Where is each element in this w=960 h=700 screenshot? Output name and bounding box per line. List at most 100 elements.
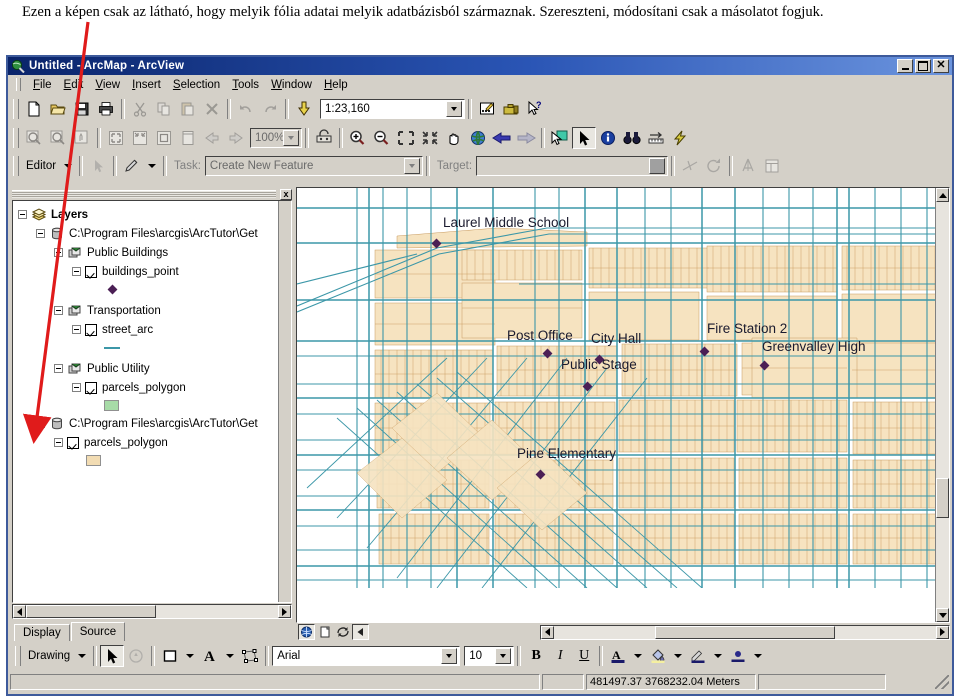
tree-node-street-arc[interactable]: street_arc [16,320,277,339]
new-text-icon[interactable]: A [198,645,222,667]
redo-arrow-icon[interactable] [258,98,282,120]
toolbar-grip[interactable] [13,99,19,119]
rotate-element-icon[interactable] [124,645,148,667]
data-view-icon[interactable] [298,624,315,640]
map-scale-combo[interactable]: 1:23,160 [320,99,465,119]
menu-edit[interactable]: Edit [58,78,90,92]
scroll-up-icon[interactable] [936,188,949,202]
layout-zoom-combo[interactable]: 100% [250,128,302,148]
scroll-left-icon[interactable] [13,605,26,618]
select-elements-arrow-icon[interactable] [100,645,125,667]
scroll-thumb[interactable] [936,478,949,518]
chevron-down-icon[interactable] [714,654,723,658]
edit-vertices-icon[interactable] [238,645,262,667]
full-extent-globe-icon[interactable] [466,127,490,149]
open-folder-icon[interactable] [46,98,70,120]
zoom-out-icon[interactable] [370,127,394,149]
toggle-draft-mode-icon[interactable] [312,127,336,149]
font-color-icon[interactable]: A [606,645,630,667]
collapse-icon[interactable] [72,267,81,276]
undo-arrow-icon[interactable] [234,98,258,120]
chevron-down-icon[interactable] [186,654,195,658]
new-rectangle-icon[interactable] [158,645,182,667]
print-icon[interactable] [94,98,118,120]
menu-selection[interactable]: Selection [167,78,226,92]
edit-task-combo[interactable]: Create New Feature [204,156,423,176]
tree-node-parcels-polygon-green[interactable]: parcels_polygon [16,378,277,397]
tab-source[interactable]: Source [70,622,126,641]
attributes-icon[interactable] [736,155,760,177]
collapse-icon[interactable] [54,306,63,315]
toc-horizontal-scrollbar[interactable] [12,604,292,619]
chevron-down-icon[interactable] [64,164,73,168]
layer-visibility-checkbox[interactable] [85,323,97,336]
tree-node-workspace-1[interactable]: C:\Program Files\arcgis\ArcTutor\Get [16,224,277,243]
marker-color-icon[interactable] [726,645,750,667]
scroll-track[interactable] [835,625,936,639]
scroll-right-icon[interactable] [936,625,949,639]
sketch-pencil-icon[interactable] [120,155,144,177]
collapse-icon[interactable] [72,383,81,392]
chevron-down-icon[interactable] [634,654,643,658]
chevron-down-icon[interactable] [674,654,683,658]
hyperlink-lightning-icon[interactable] [668,127,692,149]
go-back-extent-icon[interactable] [200,127,224,149]
chevron-down-icon[interactable] [446,101,462,117]
rotate-tool-icon[interactable] [702,155,726,177]
paste-icon[interactable] [176,98,200,120]
collapse-icon[interactable] [36,229,45,238]
editor-menu-label[interactable]: Editor [22,160,60,172]
chevron-down-icon[interactable] [403,158,420,174]
menu-window[interactable]: Window [265,78,318,92]
chevron-down-icon[interactable] [283,130,299,146]
drawing-menu-label[interactable]: Drawing [24,650,74,662]
select-features-icon[interactable] [548,127,572,149]
layer-visibility-checkbox[interactable] [67,436,79,449]
menu-file[interactable]: File [27,78,58,92]
toolbar-grip[interactable] [13,128,19,148]
tree-node-public-utility[interactable]: Public Utility [16,359,277,378]
underline-button[interactable]: U [572,645,596,667]
bold-button[interactable]: B [524,645,548,667]
edit-arrow-icon[interactable] [86,155,110,177]
toc-vertical-scrollbar[interactable] [278,201,291,602]
measure-icon[interactable] [644,127,668,149]
chevron-down-icon[interactable] [226,654,235,658]
layout-zoom-out-icon[interactable] [46,127,70,149]
refresh-view-icon[interactable] [334,624,351,640]
menu-help[interactable]: Help [318,78,354,92]
collapse-icon[interactable] [54,248,63,257]
layout-view-icon[interactable] [316,624,333,640]
arctoolbox-icon[interactable] [499,98,523,120]
toc-close-icon[interactable]: x [280,188,292,200]
tree-node-transportation[interactable]: Transportation [16,301,277,320]
collapse-icon[interactable] [54,438,63,447]
font-size-combo[interactable]: 10 [464,646,515,666]
scroll-down-icon[interactable] [936,608,949,622]
collapse-icon[interactable] [18,210,27,219]
go-forward-extent-icon[interactable] [224,127,248,149]
map-horizontal-scrollbar[interactable] [540,624,950,640]
map-data-frame[interactable]: Laurel Middle School Post Office City Ha… [296,187,950,623]
scroll-track[interactable] [554,625,655,639]
menu-insert[interactable]: Insert [126,78,167,92]
split-tool-icon[interactable] [678,155,702,177]
tree-node-public-buildings[interactable]: Public Buildings [16,243,277,262]
edit-target-combo[interactable] [476,156,669,176]
map-vertical-scrollbar[interactable] [935,188,949,622]
scroll-thumb[interactable] [655,625,835,639]
cut-scissors-icon[interactable] [128,98,152,120]
toc-drag-bars[interactable] [12,190,276,198]
fixed-zoom-out-page-icon[interactable] [128,127,152,149]
tree-node-buildings-point[interactable]: buildings_point [16,262,277,281]
scroll-track[interactable] [936,518,949,608]
tree-node-parcels-polygon-tan[interactable]: parcels_polygon [16,433,277,452]
tab-display[interactable]: Display [14,624,70,641]
italic-button[interactable]: I [548,645,572,667]
maximize-button[interactable] [915,59,931,73]
collapse-icon[interactable] [54,364,63,373]
scroll-thumb[interactable] [26,605,156,618]
resize-grip-icon[interactable] [935,675,949,689]
menu-tools[interactable]: Tools [226,78,265,92]
identify-info-icon[interactable] [596,127,620,149]
